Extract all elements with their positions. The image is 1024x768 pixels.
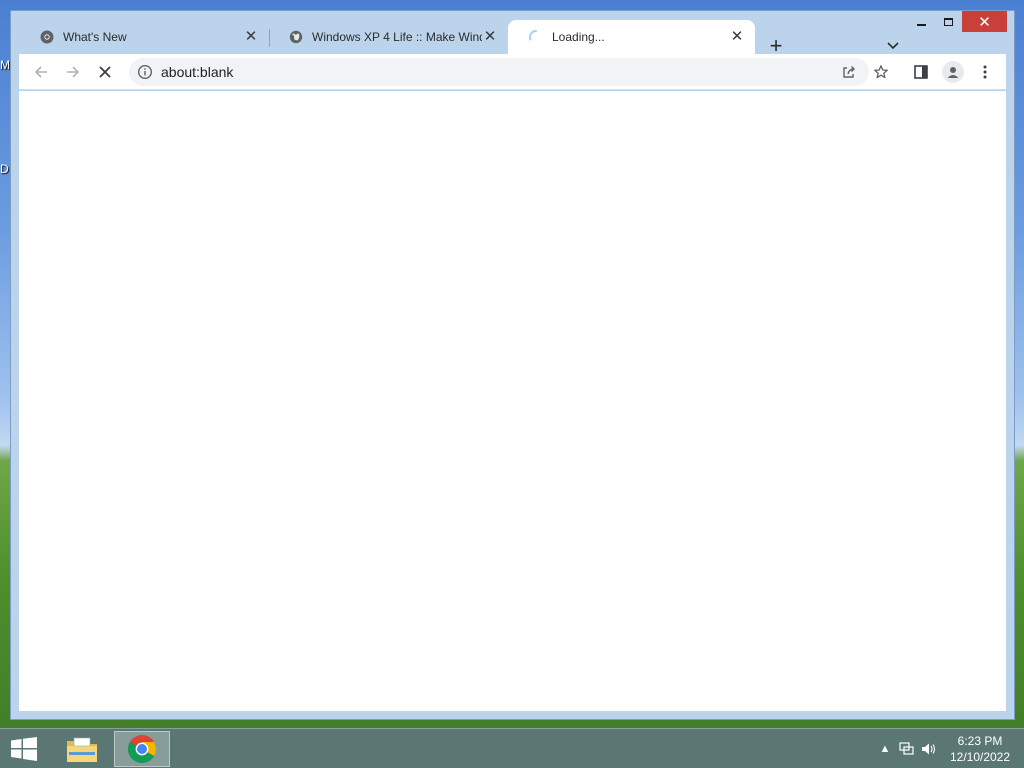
globe-icon <box>288 29 304 45</box>
show-hidden-icons-chevron[interactable]: ▲ <box>874 738 896 760</box>
page-content[interactable] <box>19 91 1006 711</box>
forward-button[interactable] <box>59 58 87 86</box>
tab-title: Loading... <box>552 30 605 44</box>
tab-windows-xp-4-life[interactable]: Windows XP 4 Life :: Make Windows ✕ <box>268 20 508 54</box>
bookmark-star-icon <box>874 65 888 79</box>
taskbar: ▲ 6:23 PM 12/10/2022 <box>0 728 1024 768</box>
tab-strip: What's New ✕ Windows XP 4 Life :: Make W… <box>19 20 1014 58</box>
stop-loading-icon <box>99 66 111 78</box>
site-info-icon[interactable] <box>137 64 153 80</box>
menu-dots-icon <box>983 65 987 79</box>
network-icon[interactable] <box>896 738 918 760</box>
back-button[interactable] <box>27 58 55 86</box>
share-icon <box>843 66 855 78</box>
browser-window: ✕ What's New ✕ Windows XP 4 Life :: Make… <box>10 10 1015 720</box>
forward-arrow-icon <box>67 66 80 78</box>
tab-whats-new[interactable]: What's New ✕ <box>19 20 269 54</box>
address-bar-url[interactable]: about:blank <box>161 64 233 80</box>
windows-logo-icon <box>11 737 37 761</box>
loading-spinner-icon <box>528 29 544 45</box>
chevron-down-icon <box>887 42 899 50</box>
taskbar-clock[interactable]: 6:23 PM 12/10/2022 <box>940 733 1020 765</box>
stop-button[interactable] <box>91 58 119 86</box>
chrome-icon <box>39 29 55 45</box>
tab-close-icon[interactable]: ✕ <box>482 29 498 45</box>
profile-icon <box>942 61 964 83</box>
share-button[interactable] <box>835 58 863 86</box>
browser-menu-button[interactable] <box>971 58 999 86</box>
bookmark-button[interactable] <box>867 58 895 86</box>
profile-button[interactable] <box>939 58 967 86</box>
tab-title: What's New <box>63 30 127 44</box>
address-bar[interactable]: about:blank <box>129 58 869 86</box>
tab-close-icon[interactable]: ✕ <box>243 29 259 45</box>
clock-date: 12/10/2022 <box>949 750 1011 764</box>
file-explorer-icon <box>67 737 97 762</box>
taskbar-chrome[interactable] <box>114 731 170 767</box>
clock-time: 6:23 PM <box>957 734 1003 748</box>
browser-toolbar: about:blank <box>19 54 1006 90</box>
start-button[interactable] <box>0 729 48 768</box>
taskbar-file-explorer[interactable] <box>54 731 110 767</box>
side-panel-icon <box>914 65 928 79</box>
chrome-icon <box>128 735 156 763</box>
tab-close-icon[interactable]: ✕ <box>729 29 745 45</box>
tab-loading[interactable]: Loading... ✕ <box>508 20 755 54</box>
side-panel-button[interactable] <box>907 58 935 86</box>
system-tray: ▲ 6:23 PM 12/10/2022 <box>874 729 1024 768</box>
volume-icon[interactable] <box>918 738 940 760</box>
tab-title: Windows XP 4 Life :: Make Windows <box>312 30 482 44</box>
back-arrow-icon <box>34 66 47 78</box>
